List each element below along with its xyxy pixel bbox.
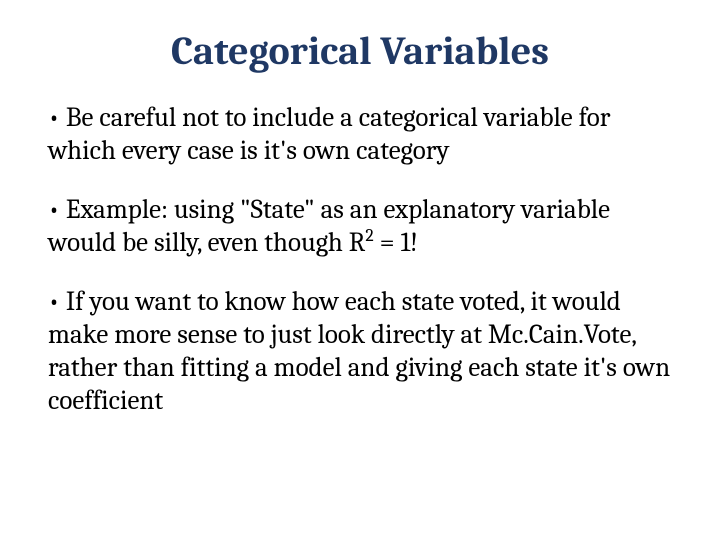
slide: Categorical Variables • Be careful not t… — [0, 0, 720, 540]
bullet-1: • Be careful not to include a categorica… — [48, 102, 672, 168]
bullet-2-text-pre: • Example: using "State" as an explanato… — [48, 194, 610, 258]
slide-title: Categorical Variables — [48, 28, 672, 74]
bullet-2: • Example: using "State" as an explanato… — [48, 194, 672, 260]
bullet-2-text-post: = 1! — [374, 227, 418, 258]
bullet-2-sup: 2 — [365, 226, 373, 246]
bullet-3: • If you want to know how each state vot… — [48, 286, 672, 418]
